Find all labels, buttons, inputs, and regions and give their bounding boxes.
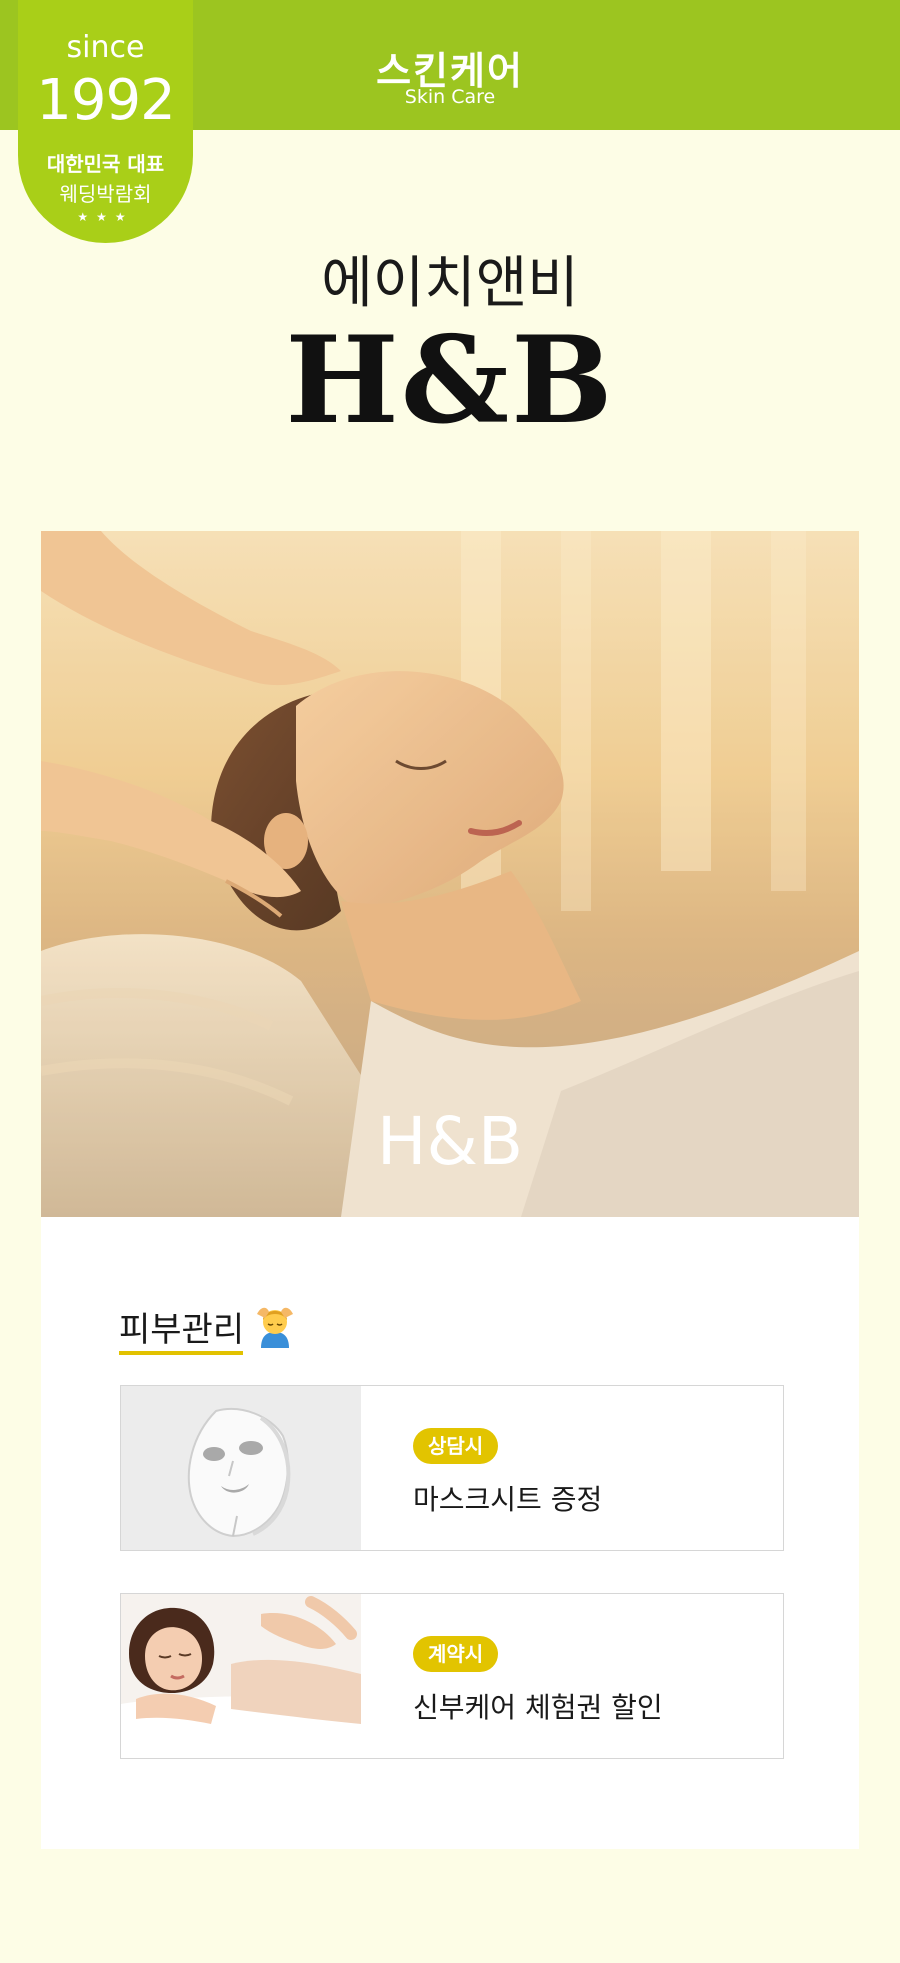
benefit-tag: 상담시: [413, 1428, 499, 1464]
section-title-underline: [119, 1351, 243, 1355]
face-massage-icon: [253, 1300, 297, 1348]
benefit-card-consultation: 상담시 마스크시트 증정: [120, 1385, 784, 1551]
page: 스킨케어 Skin Care since 1992 대한민국 대표 웨딩박람회 …: [0, 0, 900, 1963]
sheet-mask-icon: [121, 1386, 361, 1550]
brand-english-name: H&B: [285, 310, 615, 451]
since-badge: since 1992 대한민국 대표 웨딩박람회 ★★★: [18, 0, 193, 243]
hero-caption: H&B: [376, 1103, 524, 1180]
badge-line-2: 웨딩박람회: [59, 182, 152, 206]
badge-year: 1992: [36, 68, 176, 133]
badge-line-1: 대한민국 대표: [46, 152, 165, 176]
benefit-text: 마스크시트 증정: [413, 1483, 603, 1516]
section-title: 피부관리: [119, 1310, 245, 1350]
brand-korean-name: 에이치앤비: [321, 251, 579, 316]
badge-stars: ★★★: [77, 210, 134, 224]
benefit-text: 신부케어 체험권 할인: [413, 1691, 663, 1724]
badge-since-label: since: [66, 30, 145, 65]
benefit-tag: 계약시: [413, 1636, 499, 1672]
benefit-card-contract: 계약시 신부케어 체험권 할인: [120, 1593, 784, 1759]
spa-treatment-photo: [121, 1594, 361, 1758]
